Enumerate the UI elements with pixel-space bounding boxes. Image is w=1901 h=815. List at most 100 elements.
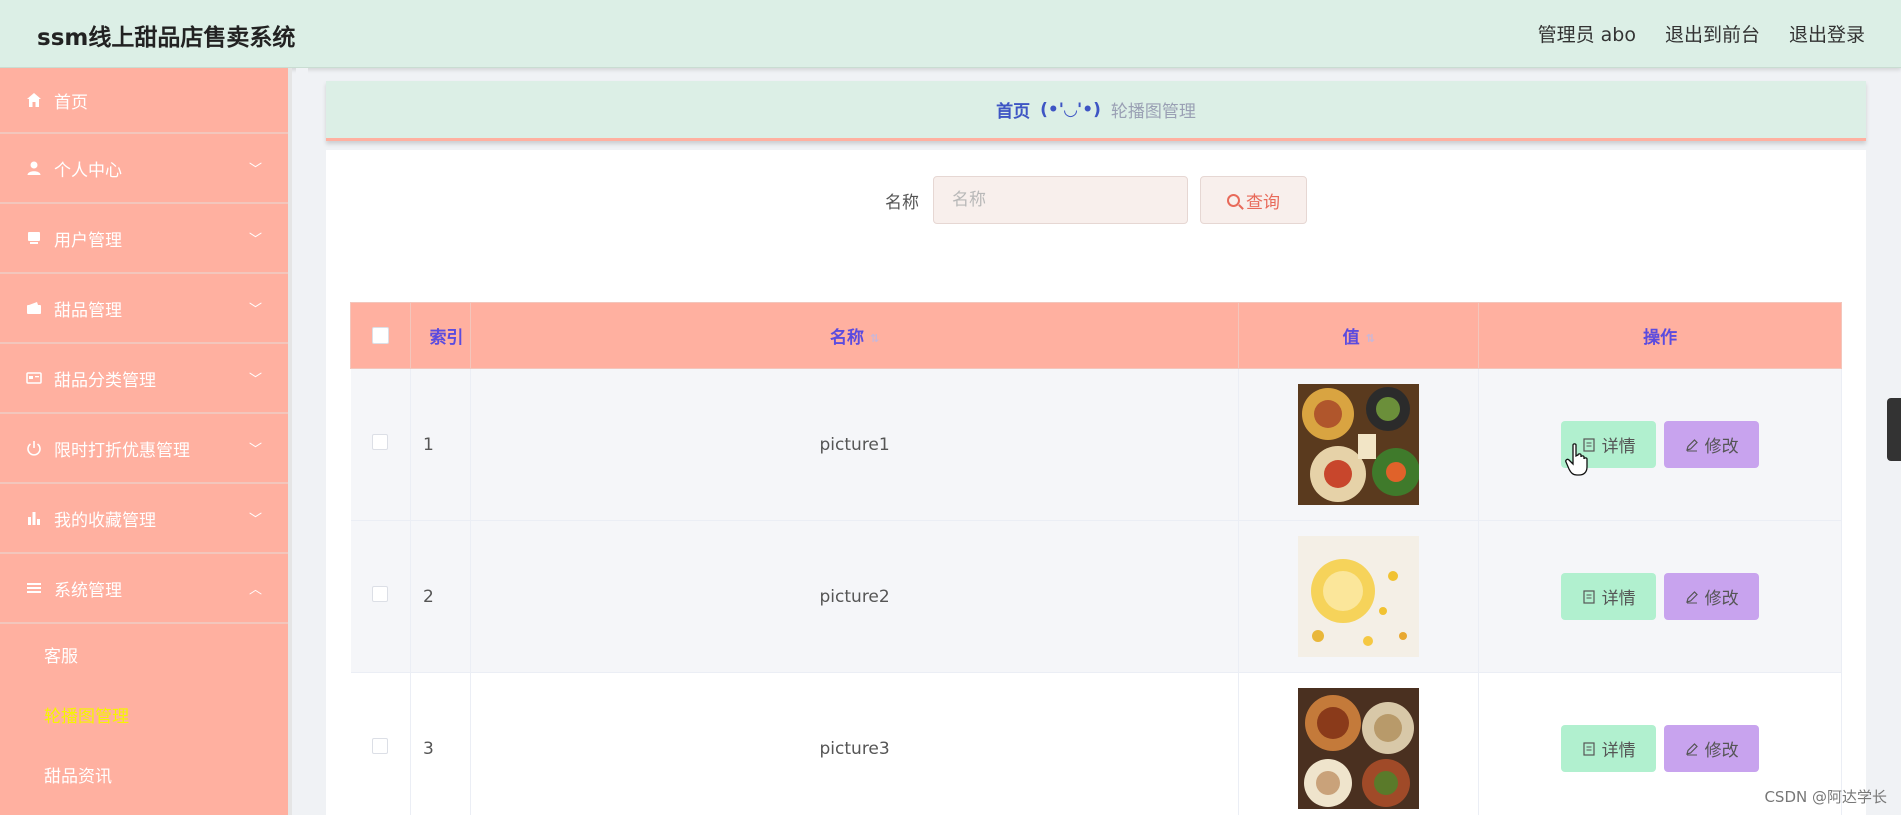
edit-button-label: 修改 — [1704, 589, 1739, 609]
submenu-item-dessert-news[interactable]: 甜品资讯 — [0, 744, 288, 804]
header-actions: 操作 — [1478, 302, 1842, 369]
top-header: ssm线上甜品店售卖系统 管理员 abo 退出到前台 退出登录 — [0, 0, 1901, 68]
search-label: 名称 — [885, 192, 919, 213]
row-actions: 详情 修改 — [1478, 520, 1842, 673]
chevron-down-icon: ﹀ — [248, 442, 262, 458]
document-icon — [1582, 589, 1595, 604]
chevron-down-icon: ﹀ — [248, 302, 262, 318]
chevron-down-icon: ﹀ — [248, 162, 262, 178]
edit-icon — [1685, 590, 1698, 603]
breadcrumb-home[interactable]: 首页 — [996, 97, 1030, 122]
edit-icon — [1685, 742, 1698, 755]
search-input[interactable] — [933, 176, 1188, 224]
row-name: picture1 — [470, 368, 1240, 521]
chevron-up-icon: ︿ — [248, 582, 262, 598]
sort-icon[interactable]: ⇅ — [870, 332, 879, 345]
logout-link[interactable]: 退出登录 — [1789, 20, 1865, 47]
row-value-cell — [1238, 520, 1480, 673]
side-panel-toggle[interactable] — [1887, 398, 1901, 461]
row-checkbox[interactable] — [372, 434, 389, 450]
header-links: 管理员 abo 退出到前台 退出登录 — [1538, 20, 1865, 47]
menu-icon — [25, 579, 43, 597]
content-panel: 名称 查询 索引 名称⇅ 值⇅ 操作 1 picture1 — [326, 150, 1866, 815]
row-value-cell — [1238, 672, 1480, 815]
sidebar-item-dessert-category-management[interactable]: 甜品分类管理 ﹀ — [0, 344, 288, 414]
sidebar-item-system-management[interactable]: 系统管理 ︿ — [0, 554, 288, 624]
home-icon — [25, 91, 43, 109]
row-name: picture3 — [470, 672, 1240, 815]
breadcrumb-current: 轮播图管理 — [1110, 102, 1196, 122]
edit-button[interactable]: 修改 — [1664, 421, 1760, 468]
sidebar-item-user-management[interactable]: 用户管理 ﹀ — [0, 204, 288, 274]
sidebar-item-label: 首页 — [54, 92, 88, 113]
watermark: CSDN @阿达学长 — [1764, 788, 1887, 806]
chevron-down-icon: ﹀ — [248, 232, 262, 248]
detail-button[interactable]: 详情 — [1561, 725, 1657, 772]
sidebar-item-favorites-management[interactable]: 我的收藏管理 ﹀ — [0, 484, 288, 554]
system-submenu: 客服 轮播图管理 甜品资讯 — [0, 624, 288, 804]
chevron-down-icon: ﹀ — [248, 512, 262, 528]
admin-user-label[interactable]: 管理员 abo — [1538, 20, 1636, 47]
search-button[interactable]: 查询 — [1200, 176, 1307, 224]
power-icon — [25, 439, 43, 457]
row-value-cell — [1238, 368, 1480, 521]
header-name-label: 名称 — [830, 328, 864, 348]
row-index: 3 — [410, 672, 471, 815]
detail-button-label: 详情 — [1601, 589, 1636, 609]
carousel-table: 索引 名称 ⇅ 值 ⇅ 操作 1 picture1 详情 修改 2 pictur… — [350, 302, 1842, 815]
sidebar-item-discount-management[interactable]: 限时打折优惠管理 ﹀ — [0, 414, 288, 484]
table-row: 1 picture1 详情 修改 — [350, 368, 1842, 521]
row-checkbox-cell — [350, 672, 411, 815]
table-row: 3 picture3 详情 修改 — [350, 672, 1842, 815]
sidebar-item-home[interactable]: 首页 — [0, 68, 288, 134]
edit-button-label: 修改 — [1704, 437, 1739, 457]
chevron-down-icon: ﹀ — [248, 372, 262, 388]
row-checkbox[interactable] — [372, 586, 389, 602]
select-all-checkbox[interactable] — [371, 327, 389, 344]
submenu-item-customer-service[interactable]: 客服 — [0, 624, 288, 684]
header-value[interactable]: 值 ⇅ — [1238, 302, 1480, 369]
detail-button-label: 详情 — [1601, 437, 1636, 457]
sidebar-scrollbar[interactable] — [296, 68, 308, 815]
detail-button-label: 详情 — [1601, 741, 1636, 761]
row-name: picture2 — [470, 520, 1240, 673]
row-index: 2 — [410, 520, 471, 673]
edit-button[interactable]: 修改 — [1664, 573, 1760, 620]
edit-icon — [1685, 438, 1698, 451]
card-icon — [25, 369, 43, 387]
search-icon — [1227, 193, 1240, 207]
row-checkbox-cell — [350, 368, 411, 521]
hand-cursor-icon — [1565, 443, 1588, 476]
sidebar-item-label: 限时打折优惠管理 — [54, 440, 190, 461]
sidebar-item-label: 甜品分类管理 — [54, 370, 156, 391]
food-photo-1 — [1298, 384, 1420, 505]
sidebar-item-label: 个人中心 — [54, 160, 122, 181]
sidebar-item-label: 用户管理 — [54, 230, 122, 251]
sort-icon[interactable]: ⇅ — [1366, 332, 1375, 345]
header-index: 索引 — [409, 302, 471, 369]
search-button-label: 查询 — [1246, 192, 1280, 213]
user-icon — [25, 159, 43, 177]
sidebar-item-label: 我的收藏管理 — [54, 510, 156, 531]
table-row: 2 picture2 详情 修改 — [350, 520, 1842, 673]
app-title: ssm线上甜品店售卖系统 — [37, 25, 296, 51]
sidebar-item-label: 甜品管理 — [54, 300, 122, 321]
food-photo-3 — [1298, 688, 1420, 809]
submenu-item-carousel-management[interactable]: 轮播图管理 — [0, 684, 288, 744]
users-icon — [25, 229, 43, 247]
detail-button[interactable]: 详情 — [1561, 573, 1657, 620]
row-checkbox[interactable] — [372, 738, 389, 754]
edit-button-label: 修改 — [1704, 741, 1739, 761]
food-photo-2 — [1298, 536, 1420, 657]
edit-button[interactable]: 修改 — [1664, 725, 1760, 772]
table-header-row: 索引 名称 ⇅ 值 ⇅ 操作 — [350, 302, 1842, 369]
sidebar-item-personal-center[interactable]: 个人中心 ﹀ — [0, 134, 288, 204]
header-name[interactable]: 名称 ⇅ — [469, 302, 1240, 369]
search-bar: 名称 查询 — [326, 176, 1866, 224]
sidebar-item-dessert-management[interactable]: 甜品管理 ﹀ — [0, 274, 288, 344]
wallet-icon — [25, 299, 43, 317]
back-to-frontend-link[interactable]: 退出到前台 — [1665, 20, 1760, 47]
sidebar-item-label: 系统管理 — [54, 580, 122, 601]
document-icon — [1582, 741, 1595, 756]
breadcrumb: 首页 (•'◡'•) 轮播图管理 — [326, 81, 1866, 141]
